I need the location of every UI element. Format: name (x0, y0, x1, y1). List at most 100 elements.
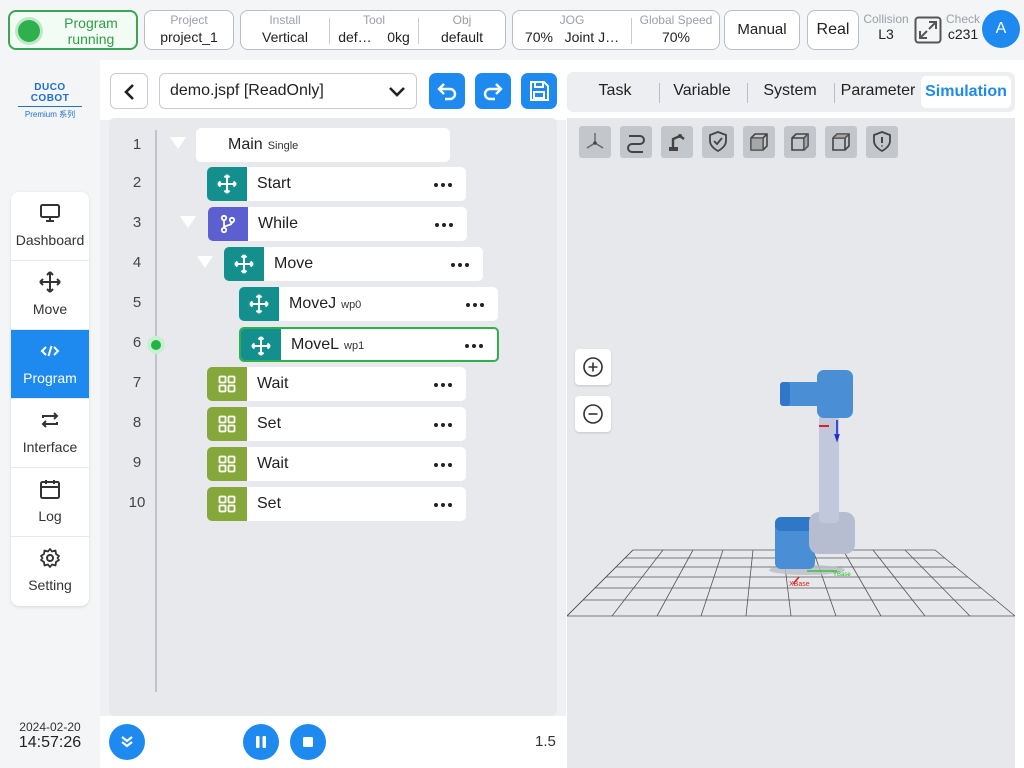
tree-node-wait[interactable]: Wait (207, 447, 466, 481)
shield-info-icon (873, 131, 891, 153)
grid-icon (218, 375, 236, 393)
panel-tabs: Task Variable System Parameter Simulatio… (567, 72, 1015, 112)
top-view-button[interactable] (825, 126, 857, 158)
tree-node-main[interactable]: Main Single (196, 128, 450, 162)
current-line-indicator (147, 336, 165, 354)
cube-side-icon (791, 133, 809, 151)
nav-item-interface[interactable]: Interface (11, 399, 89, 468)
code-icon (40, 345, 60, 357)
more-options-icon[interactable] (451, 263, 469, 267)
program-file-select[interactable]: demo.jspf [ReadOnly] (159, 73, 417, 109)
more-options-icon[interactable] (434, 463, 452, 467)
move-arrows-icon (234, 254, 254, 274)
global-speed-label: Global Speed (639, 13, 713, 27)
node-name: Move (274, 255, 314, 272)
tree-node-move[interactable]: Move (224, 247, 483, 281)
more-options-icon[interactable] (434, 183, 452, 187)
more-options-icon[interactable] (434, 383, 452, 387)
tab-parameter[interactable]: Parameter (838, 82, 918, 100)
jog-speed-panel[interactable]: JOG 70% Joint J… Global Speed 70% (512, 10, 720, 50)
robot-view-button[interactable] (661, 126, 693, 158)
nav-item-setting[interactable]: Setting (11, 537, 89, 606)
divider (834, 83, 835, 103)
tree-node-wait[interactable]: Wait (207, 367, 466, 401)
nav-item-move[interactable]: Move (11, 261, 89, 330)
tree-node-while[interactable]: While (208, 207, 467, 241)
nav-item-dashboard[interactable]: Dashboard (11, 192, 89, 261)
gear-icon (40, 548, 60, 568)
project-label: Project (170, 13, 208, 27)
chevron-left-icon (124, 84, 134, 100)
expand-icon[interactable] (914, 16, 942, 44)
stop-button[interactable] (290, 724, 326, 760)
undo-icon (437, 83, 457, 101)
svg-text:YBase: YBase (833, 572, 851, 578)
more-options-icon[interactable] (435, 223, 453, 227)
tree-node-set[interactable]: Set (207, 407, 466, 441)
program-status-indicator[interactable]: Program running (8, 10, 138, 50)
current-date: 2024-02-20 (19, 720, 81, 734)
collapse-triangle-icon[interactable] (197, 256, 213, 268)
axes-view-button[interactable] (579, 126, 611, 158)
front-view-button[interactable] (743, 126, 775, 158)
node-name: MoveL (291, 336, 340, 353)
move-arrows-icon (217, 174, 237, 194)
nav-item-program[interactable]: Program (11, 330, 89, 399)
node-icon (208, 207, 248, 241)
node-title: MoveJ wp0 (289, 295, 361, 313)
more-options-icon[interactable] (466, 303, 484, 307)
main-nav: Dashboard Move Program Interface Log Set… (11, 192, 89, 606)
manual-mode-button[interactable]: Manual (724, 10, 800, 50)
cube-front-icon (750, 133, 768, 151)
nav-label: Interface (22, 439, 78, 455)
redo-icon (483, 83, 503, 101)
stop-icon (303, 737, 313, 747)
safety-view-button[interactable] (702, 126, 734, 158)
path-view-button[interactable] (620, 126, 652, 158)
check-value: c231 (947, 26, 979, 42)
line-number: 7 (132, 374, 142, 391)
user-avatar[interactable]: A (982, 10, 1020, 48)
more-options-icon[interactable] (434, 503, 452, 507)
more-options-icon[interactable] (434, 423, 452, 427)
tree-node-start[interactable]: Start (207, 167, 466, 201)
collapse-triangle-icon[interactable] (180, 216, 196, 228)
safety-info-button[interactable] (866, 126, 898, 158)
nav-item-log[interactable]: Log (11, 468, 89, 537)
real-mode-button[interactable]: Real (807, 10, 859, 50)
node-name: Set (257, 415, 282, 432)
tab-variable[interactable]: Variable (667, 82, 737, 100)
cube-top-icon (832, 133, 850, 151)
node-icon (207, 367, 247, 401)
collision-status[interactable]: Collision L3 (862, 13, 910, 43)
grid-icon (218, 455, 236, 473)
collapse-triangle-icon[interactable] (170, 137, 186, 149)
line-number: 4 (132, 254, 142, 271)
tree-node-movej[interactable]: MoveJ wp0 (239, 287, 498, 321)
install-tool-obj-panel[interactable]: Install Vertical Tool def… 0kg Obj defau… (240, 10, 506, 50)
tab-system[interactable]: System (755, 82, 825, 100)
program-status-label: Program running (64, 15, 118, 47)
nav-label: Setting (28, 577, 72, 593)
more-options-icon[interactable] (465, 344, 483, 348)
side-view-button[interactable] (784, 126, 816, 158)
tool-weight: 0kg (387, 29, 410, 45)
grid-icon (218, 495, 236, 513)
redo-button[interactable] (475, 73, 511, 109)
jog-label: JOG (559, 13, 585, 27)
undo-button[interactable] (429, 73, 465, 109)
back-button[interactable] (110, 73, 148, 109)
project-selector[interactable]: Project project_1 (144, 10, 234, 50)
tree-node-movel[interactable]: MoveL wp1 (239, 327, 499, 362)
tree-node-set[interactable]: Set (207, 487, 466, 521)
logo-subtitle: Premium 系列 (24, 110, 76, 119)
pause-button[interactable] (243, 724, 279, 760)
check-status[interactable]: Check c231 (944, 13, 982, 43)
tab-simulation[interactable]: Simulation (921, 76, 1011, 108)
obj-label: Obj (452, 13, 472, 27)
move-arrows-icon (251, 336, 271, 356)
tab-task[interactable]: Task (587, 82, 643, 100)
gutter-line (155, 130, 157, 692)
save-button[interactable] (521, 73, 557, 109)
step-down-button[interactable] (109, 724, 145, 760)
